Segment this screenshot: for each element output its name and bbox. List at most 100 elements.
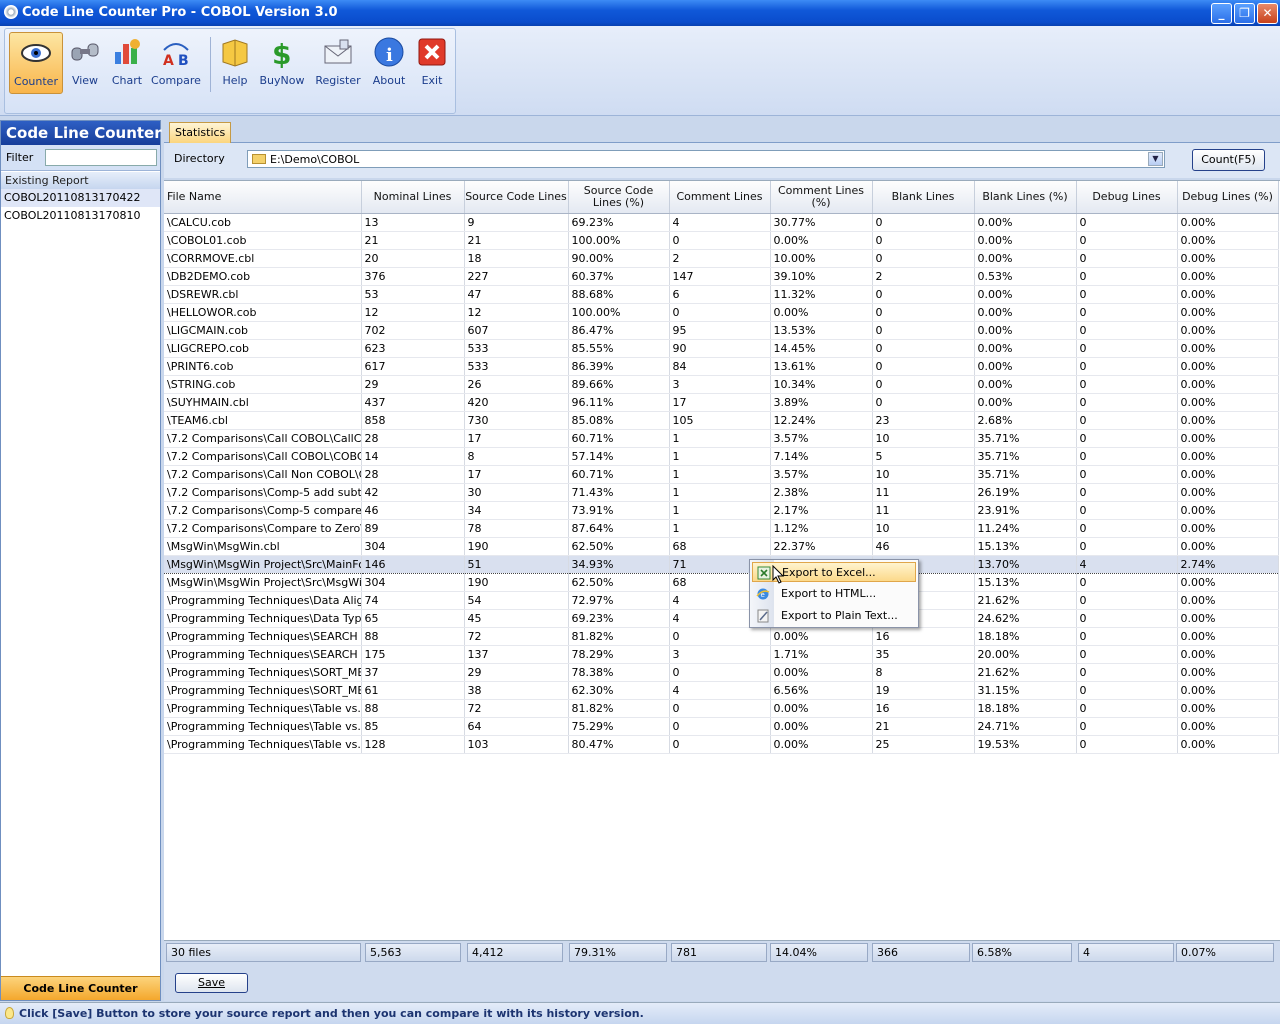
- counter-label: Counter: [14, 75, 58, 88]
- table-row[interactable]: \7.2 Comparisons\Compare to Zero\Com8978…: [164, 519, 1279, 538]
- view-label: View: [71, 74, 99, 87]
- table-row[interactable]: \PRINT6.cob 617 533 86.39% 84 13.61% 0 0.00% 0 0.…: [164, 357, 1279, 376]
- table-cell: 1.71%: [770, 645, 873, 664]
- save-button[interactable]: Save: [175, 973, 248, 993]
- table-row[interactable]: \Programming Techniques\Table vs. File85…: [164, 717, 1279, 736]
- count-button[interactable]: Count(F5): [1192, 149, 1265, 171]
- table-cell: 86.39%: [568, 357, 670, 376]
- table-cell: \PRINT6.cob: [164, 357, 362, 376]
- table-cell: 8: [464, 447, 569, 466]
- table-row[interactable]: \CORRMOVE.cbl 20 18 90.00% 2 10.00% 0 0.00% 0 0.0…: [164, 249, 1279, 268]
- about-label: About: [372, 74, 406, 87]
- table-cell: 23: [872, 411, 975, 430]
- exit-button[interactable]: Exit: [413, 32, 451, 94]
- table-cell: 0.00%: [1177, 591, 1279, 610]
- chevron-down-icon[interactable]: ▼: [1148, 152, 1163, 166]
- table-cell: 0: [669, 663, 771, 682]
- column-header[interactable]: Debug Lines: [1076, 181, 1178, 214]
- table-row[interactable]: \COBOL01.cob 21 21 100.00% 0 0.00% 0 0.00% 0 0.00…: [164, 231, 1279, 250]
- minimize-button[interactable]: _: [1211, 3, 1232, 24]
- table-cell: 90.00%: [568, 249, 670, 268]
- view-button[interactable]: View: [65, 32, 105, 94]
- menu-item-export-text[interactable]: Export to Plain Text...: [752, 606, 916, 626]
- table-row[interactable]: \Programming Techniques\Data Type\P 65 45 6…: [164, 609, 1279, 628]
- table-row[interactable]: \MsgWin\MsgWin Project\Src\MsgWin. 304 190…: [164, 573, 1279, 592]
- table-row[interactable]: \Programming Techniques\SEARCH vs. 175 137…: [164, 645, 1279, 664]
- table-row[interactable]: \7.2 Comparisons\Comp-5 compares\Co46347…: [164, 501, 1279, 520]
- table-row[interactable]: \Programming Techniques\Table vs. File88…: [164, 699, 1279, 718]
- close-button[interactable]: ✕: [1257, 3, 1278, 24]
- table-row[interactable]: \STRING.cob 29 26 89.66% 3 10.34% 0 0.00% 0 0.00%: [164, 375, 1279, 394]
- table-cell: 0: [872, 375, 975, 394]
- table-row[interactable]: \Programming Techniques\Data Alignme7454…: [164, 591, 1279, 610]
- table-row[interactable]: \LIGCREPO.cob 623 533 85.55% 90 14.45% 0 0.00% 0…: [164, 339, 1279, 358]
- table-row[interactable]: \CALCU.cob 13 9 69.23% 4 30.77% 0 0.00% 0 0.00%: [164, 213, 1279, 232]
- table-cell: 0.00%: [1177, 447, 1279, 466]
- buynow-button[interactable]: $ BuyNow: [259, 32, 305, 94]
- table-row[interactable]: \MsgWin\MsgWin.cbl 304 190 62.50% 68 22.37% 46…: [164, 537, 1279, 556]
- column-header[interactable]: Source Code Lines (%): [568, 181, 670, 214]
- table-row[interactable]: \HELLOWOR.cob 12 12 100.00% 0 0.00% 0 0.00% 0 0.0…: [164, 303, 1279, 322]
- column-header[interactable]: Nominal Lines: [361, 181, 465, 214]
- total-cell: 4,412: [467, 943, 563, 962]
- table-row[interactable]: \DB2DEMO.cob 376 227 60.37% 147 39.10% 2 0.53% 0…: [164, 267, 1279, 286]
- table-cell: 304: [361, 573, 465, 592]
- table-cell: 26: [464, 375, 569, 394]
- total-cell: 366: [872, 943, 970, 962]
- table-row[interactable]: \Programming Techniques\SORT_MEMI 37 29 78.…: [164, 663, 1279, 682]
- tab-statistics[interactable]: Statistics: [169, 122, 232, 143]
- column-header[interactable]: Blank Lines (%): [974, 181, 1077, 214]
- table-cell: 54: [464, 591, 569, 610]
- table-cell: 51: [464, 554, 569, 574]
- counter-button[interactable]: Counter: [9, 32, 63, 94]
- menu-item-export-html[interactable]: e Export to HTML...: [752, 584, 916, 604]
- column-header[interactable]: Comment Lines (%): [770, 181, 873, 214]
- column-header[interactable]: File Name: [164, 181, 362, 214]
- maximize-button[interactable]: ❐: [1234, 3, 1255, 24]
- register-button[interactable]: Register: [313, 32, 363, 94]
- directory-bar: Directory E:\Demo\COBOL ▼ Count(F5): [164, 143, 1280, 178]
- column-header[interactable]: Debug Lines (%): [1177, 181, 1279, 214]
- table-cell: 0.00%: [1177, 249, 1279, 268]
- table-cell: 38: [464, 681, 569, 700]
- report-item[interactable]: COBOL20110813170422: [1, 189, 160, 207]
- help-button[interactable]: Help: [215, 32, 255, 94]
- report-item[interactable]: COBOL20110813170810: [1, 207, 160, 225]
- filter-input[interactable]: [45, 149, 157, 166]
- chart-icon: [115, 39, 140, 64]
- table-row[interactable]: \7.2 Comparisons\Comp-5 add subtract\423…: [164, 483, 1279, 502]
- table-cell: 68: [669, 537, 771, 556]
- table-row[interactable]: \SUYHMAIN.cbl 437 420 96.11% 17 3.89% 0 0.00% 0 0…: [164, 393, 1279, 412]
- column-header[interactable]: Comment Lines: [669, 181, 771, 214]
- table-cell: 17: [464, 429, 569, 448]
- table-row[interactable]: \TEAM6.cbl 858 730 85.08% 105 12.24% 23 2.68% 0 0…: [164, 411, 1279, 430]
- table-cell: 35.71%: [974, 447, 1077, 466]
- table-cell: 14: [361, 447, 465, 466]
- ribbon: Counter View Chart AB Compare Help $ Buy…: [0, 26, 1280, 116]
- table-row[interactable]: \Programming Techniques\SORT_MEMI 61 38 62.…: [164, 681, 1279, 700]
- table-row[interactable]: \MsgWin\MsgWin Project\Src\MainFom 146 51 3…: [164, 554, 1279, 574]
- table-cell: 34.93%: [568, 554, 670, 574]
- table-cell: \7.2 Comparisons\Compare to Zero\Com: [164, 519, 362, 538]
- directory-combo[interactable]: E:\Demo\COBOL ▼: [247, 150, 1165, 168]
- table-row[interactable]: \7.2 Comparisons\Call COBOL\COBOLS 14 8 57.…: [164, 447, 1279, 466]
- table-cell: 0: [1076, 681, 1178, 700]
- table-row[interactable]: \Programming Techniques\Table vs. File12…: [164, 735, 1279, 754]
- table-row[interactable]: \DSREWR.cbl 53 47 88.68% 6 11.32% 0 0.00% 0 0.00%: [164, 285, 1279, 304]
- sidebar-footer-tab[interactable]: Code Line Counter: [1, 976, 160, 1000]
- chart-button[interactable]: Chart: [107, 32, 147, 94]
- about-button[interactable]: i About: [369, 32, 409, 94]
- table-cell: 11.32%: [770, 285, 873, 304]
- compare-button[interactable]: AB Compare: [151, 32, 201, 94]
- menu-item-label: Export to Plain Text...: [781, 609, 898, 622]
- table-row[interactable]: \7.2 Comparisons\Call Non COBOL\CallN281…: [164, 465, 1279, 484]
- svg-text:B: B: [178, 53, 189, 68]
- table-cell: 35: [872, 645, 975, 664]
- column-header[interactable]: Source Code Lines: [464, 181, 569, 214]
- column-header[interactable]: Blank Lines: [872, 181, 975, 214]
- table-row[interactable]: \Programming Techniques\SEARCH vs. 88 72 81…: [164, 627, 1279, 646]
- table-row[interactable]: \7.2 Comparisons\Call COBOL\CallCOBC2817…: [164, 429, 1279, 448]
- table-row[interactable]: \LIGCMAIN.cob 702 607 86.47% 95 13.53% 0 0.00% 0…: [164, 321, 1279, 340]
- table-cell: 80.47%: [568, 735, 670, 754]
- statistics-grid[interactable]: File Name Nominal Lines Source Code Lines S…: [164, 180, 1280, 940]
